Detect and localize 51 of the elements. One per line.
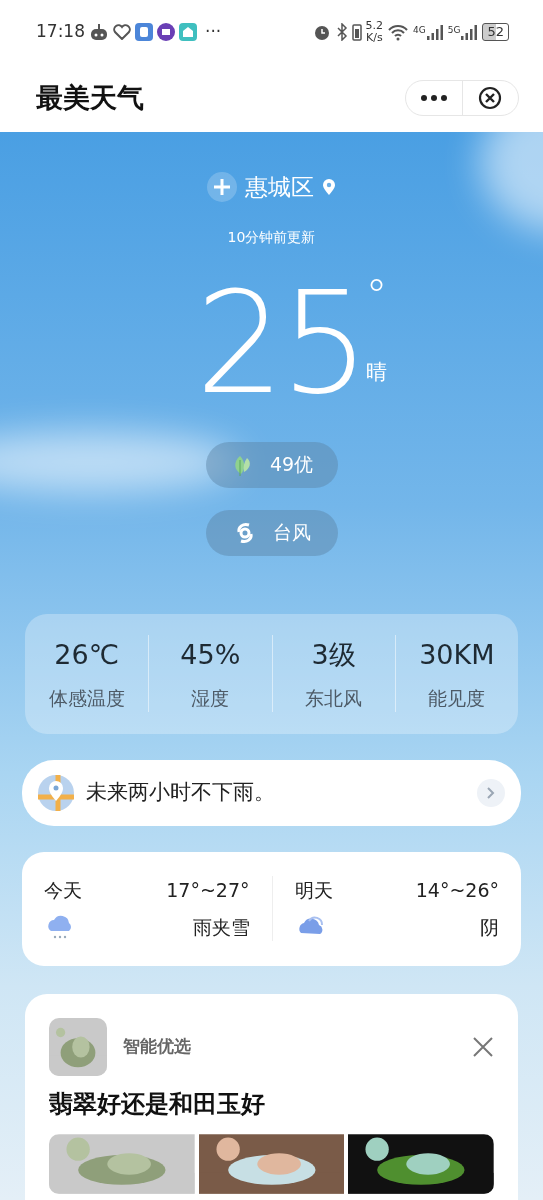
plus-icon bbox=[213, 178, 231, 197]
app-icon bbox=[179, 23, 197, 41]
ad-title: 翡翠好还是和田玉好 bbox=[49, 1088, 266, 1120]
temperature-range: 14°~26° bbox=[415, 878, 499, 903]
stat-label: 体感温度 bbox=[48, 685, 125, 711]
degree-sign: ° bbox=[365, 273, 388, 318]
ad-source: 智能优选 bbox=[123, 1034, 191, 1058]
battery-level: 52 bbox=[482, 23, 509, 41]
forecast-condition: 雨夹雪 bbox=[192, 914, 250, 940]
city-name: 惠城区 bbox=[245, 173, 314, 202]
stat-value: 30KM bbox=[419, 638, 495, 672]
stat-label: 能见度 bbox=[428, 685, 486, 711]
app-icon bbox=[157, 23, 175, 41]
forecast-condition: 阴 bbox=[480, 914, 499, 940]
weather-condition: 晴 bbox=[365, 359, 388, 386]
signal-icon bbox=[460, 24, 479, 40]
status-more: ··· bbox=[205, 20, 222, 44]
close-icon bbox=[472, 1035, 494, 1058]
close-icon bbox=[478, 86, 503, 110]
stat-label: 湿度 bbox=[191, 685, 230, 711]
stat-value: 3级 bbox=[311, 638, 356, 672]
network-speed: 5.2 bbox=[365, 19, 384, 32]
signal-icon bbox=[425, 24, 444, 40]
temperature: 25 bbox=[195, 273, 366, 414]
rain-notice: 未来两小时不下雨。 bbox=[86, 778, 275, 806]
network-type: 4G bbox=[413, 24, 426, 37]
robot-icon bbox=[89, 23, 109, 41]
more-icon bbox=[419, 94, 448, 102]
forecast-day: 明天 bbox=[294, 876, 333, 905]
status-time: 17:18 bbox=[36, 20, 85, 44]
update-time: 10分钟前更新 bbox=[227, 227, 316, 247]
stat-value: 26℃ bbox=[54, 638, 119, 672]
stat-value: 45% bbox=[180, 638, 241, 672]
map-pin-icon bbox=[38, 774, 74, 811]
app-icon bbox=[135, 23, 153, 41]
alert-button[interactable]: 台风 bbox=[205, 509, 338, 556]
add-city-button[interactable] bbox=[207, 172, 237, 203]
location-pin-icon bbox=[322, 178, 336, 197]
battery-icon bbox=[351, 23, 362, 41]
network-type: 5G bbox=[447, 24, 461, 37]
wifi-icon bbox=[387, 23, 410, 41]
temperature-range: 17°~27° bbox=[166, 878, 250, 903]
page-title: 最美天气 bbox=[36, 80, 144, 115]
bluetooth-icon bbox=[335, 23, 348, 41]
chevron-right-icon bbox=[487, 786, 495, 799]
heart-icon bbox=[113, 24, 131, 40]
speed-unit: K/s bbox=[365, 32, 384, 45]
stat-label: 东北风 bbox=[305, 685, 363, 711]
dismiss-button[interactable] bbox=[472, 1035, 494, 1058]
forecast-day: 今天 bbox=[44, 876, 82, 905]
air-quality-button[interactable]: 49优 bbox=[205, 441, 338, 488]
